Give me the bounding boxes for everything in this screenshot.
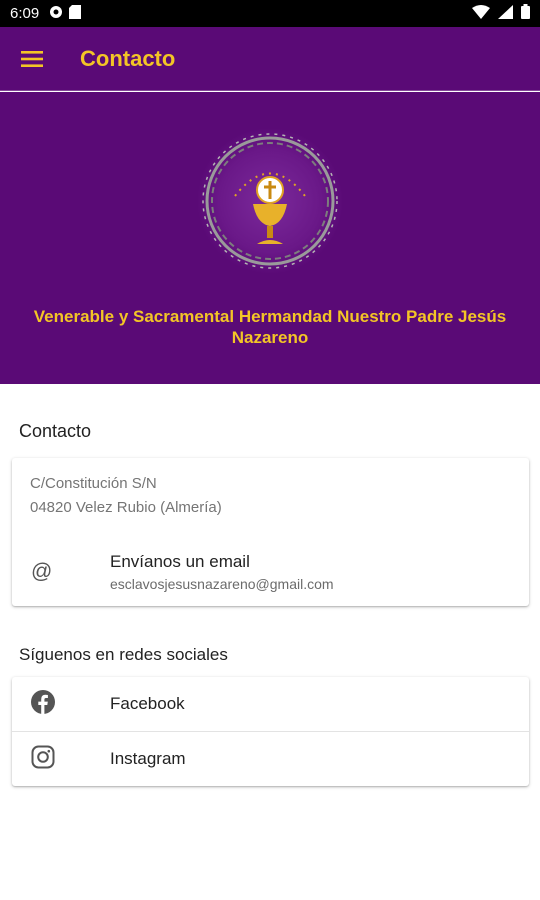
status-time: 6:09 [10,5,40,22]
wifi-icon [472,4,490,23]
brotherhood-crest-logo [195,126,345,276]
social-card: Facebook Instagram [12,677,529,786]
hero-banner: Venerable y Sacramental Hermandad Nuestr… [0,92,540,384]
instagram-label: Instagram [110,749,186,768]
email-label: Envíanos un email [110,552,250,571]
page-title: Contacto [80,45,176,71]
hamburger-menu-icon[interactable] [0,27,64,91]
address: C/Constitución S/N 04820 Velez Rubio (Al… [30,472,222,520]
contact-card: C/Constitución S/N 04820 Velez Rubio (Al… [12,458,529,606]
cell-signal-icon [498,4,513,23]
instagram-icon [31,745,55,774]
address-line-1: C/Constitución S/N [30,475,157,492]
gear-notification-icon [49,5,63,23]
battery-icon [521,4,530,23]
facebook-icon [31,689,55,719]
address-line-2: 04820 Velez Rubio (Almería) [30,499,222,516]
hero-title: Venerable y Sacramental Hermandad Nuestr… [33,307,507,347]
facebook-row[interactable]: Facebook [12,677,529,731]
status-bar: 6:09 [0,0,540,27]
email-address: esclavosjesusnazareno@gmail.com [110,576,334,592]
sd-card-icon [69,4,82,23]
social-section-heading: Síguenos en redes sociales [19,645,228,664]
contact-section-heading: Contacto [19,421,92,441]
app-bar: Contacto [0,27,540,91]
facebook-label: Facebook [110,694,185,713]
instagram-row[interactable]: Instagram [12,732,529,786]
at-sign-icon: @ [31,560,53,583]
email-row[interactable]: @ Envíanos un email esclavosjesusnazaren… [12,542,529,602]
